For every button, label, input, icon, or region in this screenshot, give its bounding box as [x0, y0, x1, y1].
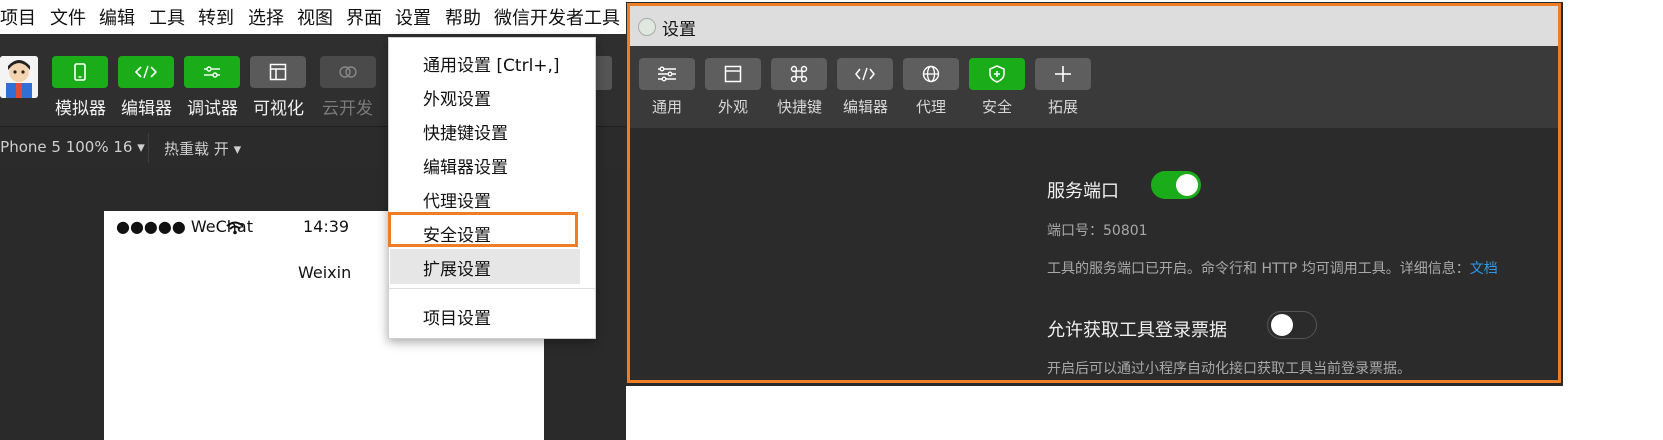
menu-item-general-settings[interactable]: 通用设置 [Ctrl+,]: [423, 51, 560, 76]
editor-button[interactable]: [118, 56, 174, 88]
menu-help[interactable]: 帮助: [445, 4, 481, 30]
menu-bar: 项目 文件 编辑 工具 转到 选择 视图 界面 设置 帮助 微信开发者工具: [0, 0, 626, 34]
menu-item-project-settings[interactable]: 项目设置: [423, 304, 491, 329]
divider: [148, 133, 149, 163]
code-icon: [135, 65, 157, 79]
menu-separator: [389, 288, 595, 289]
settings-dropdown-menu: 通用设置 [Ctrl+,] 外观设置 快捷键设置 编辑器设置 代理设置 安全设置…: [388, 37, 596, 339]
debugger-button[interactable]: [184, 56, 240, 88]
menu-view[interactable]: 视图: [297, 4, 333, 30]
menu-item-appearance-settings[interactable]: 外观设置: [423, 85, 491, 110]
phone-nav-title: Weixin: [298, 263, 352, 282]
menu-settings[interactable]: 设置: [395, 4, 431, 30]
menu-item-editor-settings[interactable]: 编辑器设置: [423, 153, 508, 178]
debugger-label: 调试器: [187, 99, 238, 119]
highlight-box-security-settings: [388, 212, 578, 247]
highlight-box-settings-window: [627, 3, 1561, 383]
menu-item-shortcut-settings[interactable]: 快捷键设置: [423, 119, 508, 144]
cloud-dev-button[interactable]: [320, 56, 376, 88]
chevron-down-icon: ▾: [233, 140, 242, 158]
visualization-button[interactable]: [250, 56, 306, 88]
menu-select[interactable]: 选择: [248, 4, 284, 30]
background: [626, 386, 1563, 440]
avatar[interactable]: [0, 56, 38, 98]
background: [1563, 0, 1663, 440]
menu-item-extension-settings[interactable]: 扩展设置: [423, 255, 491, 280]
simulator-button[interactable]: [52, 56, 108, 88]
debug-icon: [204, 66, 220, 78]
menu-wechat-devtools[interactable]: 微信开发者工具: [494, 4, 620, 30]
visualization-label: 可视化: [253, 99, 304, 119]
status-time: 14:39: [303, 217, 350, 236]
menu-project[interactable]: 项目: [0, 4, 36, 30]
menu-edit[interactable]: 编辑: [99, 4, 135, 30]
simulator-label: 模拟器: [55, 99, 106, 119]
layout-icon: [269, 63, 287, 81]
menu-goto[interactable]: 转到: [198, 4, 234, 30]
menu-item-proxy-settings[interactable]: 代理设置: [423, 187, 491, 212]
device-selector[interactable]: iPhone 5 100% 16 ▾: [0, 138, 145, 156]
cloud-dev-label: 云开发: [322, 99, 373, 119]
chevron-down-icon: ▾: [137, 138, 145, 156]
phone-icon: [74, 63, 86, 81]
cloud-icon: [339, 66, 357, 78]
menu-tools[interactable]: 工具: [149, 4, 185, 30]
hot-reload-selector[interactable]: 热重载 开 ▾: [164, 138, 241, 159]
wifi-icon: [226, 220, 244, 239]
editor-label: 编辑器: [121, 99, 172, 119]
menu-file[interactable]: 文件: [50, 4, 86, 30]
menu-interface[interactable]: 界面: [346, 4, 382, 30]
